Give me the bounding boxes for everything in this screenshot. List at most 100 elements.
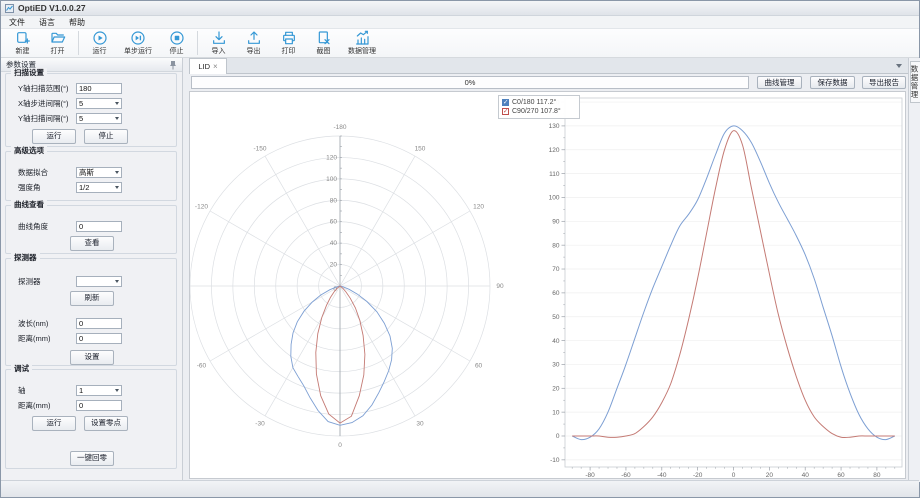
svg-text:0: 0 [338, 442, 342, 449]
scan-run-button[interactable]: 运行 [32, 129, 76, 144]
group-title: 探测器 [11, 253, 40, 263]
scan-stop-button[interactable]: 停止 [84, 129, 128, 144]
group-title: 扫描设置 [11, 68, 47, 78]
toolbar-label: 新建 [16, 46, 30, 56]
group-detector: 探测器 探测器 刷新 波长(nm) 距离(mm) 设置 [5, 258, 177, 366]
field-label: 数据拟合 [18, 167, 76, 178]
curve-angle-input[interactable] [76, 221, 122, 232]
wavelength-input[interactable] [76, 318, 122, 329]
tab-list-arrow-icon[interactable] [896, 64, 902, 68]
snapshot-button[interactable]: 截图 [306, 29, 341, 57]
set-zero-button[interactable]: 设置零点 [84, 416, 128, 431]
svg-text:100: 100 [549, 195, 560, 202]
svg-text:20: 20 [330, 262, 338, 269]
window-title: OptiED V1.0.0.27 [18, 3, 86, 13]
field-label: Y轴扫描间隔(°) [18, 113, 76, 124]
menu-file[interactable]: 文件 [9, 17, 25, 28]
toolbar-label: 截图 [317, 46, 331, 56]
pin-icon[interactable] [169, 60, 177, 70]
open-icon [50, 30, 66, 46]
legend-checkbox-c90[interactable]: ✓ [502, 108, 509, 115]
svg-text:80: 80 [330, 197, 338, 204]
svg-text:30: 30 [552, 362, 560, 369]
legend-label: C0/180 117.2° [512, 99, 556, 106]
polar-chart: 020406080100120-180-150-120-90-60-300306… [190, 124, 504, 449]
menu-help[interactable]: 帮助 [69, 17, 85, 28]
svg-text:120: 120 [473, 204, 484, 211]
set-button[interactable]: 设置 [70, 350, 114, 365]
svg-text:-10: -10 [550, 457, 560, 464]
step-run-icon [130, 30, 146, 46]
stop-button[interactable]: 停止 [159, 29, 194, 57]
axis-select[interactable]: 1 [76, 385, 122, 396]
view-button[interactable]: 查看 [70, 236, 114, 251]
group-advanced-options: 高级选项 数据拟合 高斯 强度角 1/2 [5, 151, 177, 201]
svg-text:80: 80 [552, 242, 560, 249]
data-fit-select[interactable]: 高斯 [76, 167, 122, 178]
cartesian-series [572, 131, 895, 438]
print-icon [281, 30, 297, 46]
toolbar-label: 数据管理 [348, 46, 376, 56]
toolbar-separator [78, 31, 79, 55]
x-step-interval-select[interactable]: 5 [76, 98, 122, 109]
run-button[interactable]: 运行 [82, 29, 117, 57]
group-title: 高级选项 [11, 146, 47, 156]
data-manage-button[interactable]: 数据管理 [341, 29, 383, 57]
svg-text:-180: -180 [333, 124, 346, 131]
field-label: 强度角 [18, 182, 76, 193]
legend-checkbox-c0[interactable]: ✓ [502, 99, 509, 106]
svg-text:60: 60 [475, 363, 483, 370]
svg-text:-120: -120 [195, 204, 208, 211]
toolbar-label: 打印 [282, 46, 296, 56]
chevron-down-icon [115, 117, 119, 120]
detector-select[interactable] [76, 276, 122, 287]
toolbar-label: 单步运行 [124, 46, 152, 56]
svg-text:20: 20 [766, 472, 774, 478]
svg-text:60: 60 [837, 472, 845, 478]
tab-lid[interactable]: LID × [189, 58, 227, 74]
refresh-button[interactable]: 刷新 [70, 291, 114, 306]
svg-text:120: 120 [326, 154, 337, 161]
toolbar-label: 导入 [212, 46, 226, 56]
field-label: X轴步进间隔(°) [18, 98, 76, 109]
svg-text:-40: -40 [657, 472, 667, 478]
svg-text:-150: -150 [253, 145, 266, 152]
return-zero-button[interactable]: 一键回零 [70, 451, 114, 466]
snapshot-icon [316, 30, 332, 46]
y-scan-range-input[interactable] [76, 83, 122, 94]
svg-text:40: 40 [330, 240, 338, 247]
intensity-angle-select[interactable]: 1/2 [76, 182, 122, 193]
save-data-button[interactable]: 保存数据 [810, 76, 855, 89]
open-button[interactable]: 打开 [40, 29, 75, 57]
debug-distance-input[interactable] [76, 400, 122, 411]
parameter-panel: 参数设置 扫描设置 Y轴扫描范围(°) X轴步进间隔(°) 5 Y轴扫描间隔(°… [1, 58, 183, 482]
svg-text:40: 40 [802, 472, 810, 478]
legend-item: ✓ C90/270 107.8° [502, 107, 576, 116]
toolbar-separator [197, 31, 198, 55]
svg-text:90: 90 [496, 283, 504, 290]
export-button[interactable]: 导出 [236, 29, 271, 57]
chart-legend: ✓ C0/180 117.2° ✓ C90/270 107.8° [498, 95, 580, 119]
print-button[interactable]: 打印 [271, 29, 306, 57]
import-button[interactable]: 导入 [201, 29, 236, 57]
menu-language[interactable]: 语言 [39, 17, 55, 28]
curve-manage-button[interactable]: 曲线管理 [757, 76, 802, 89]
field-label: 探测器 [18, 276, 76, 287]
field-label: 轴 [18, 385, 76, 396]
distance-input[interactable] [76, 333, 122, 344]
chevron-down-icon [115, 102, 119, 105]
step-run-button[interactable]: 单步运行 [117, 29, 159, 57]
svg-text:-30: -30 [255, 421, 265, 428]
new-button[interactable]: 新建 [5, 29, 40, 57]
tab-close-icon[interactable]: × [213, 63, 218, 71]
legend-label: C90/270 107.8° [512, 108, 561, 115]
export-report-button[interactable]: 导出报告 [862, 76, 906, 89]
field-label: 距离(mm) [18, 400, 76, 411]
debug-run-button[interactable]: 运行 [32, 416, 76, 431]
right-dock-strip: 数据管理 [908, 58, 920, 482]
svg-text:-80: -80 [585, 472, 595, 478]
svg-text:130: 130 [549, 123, 560, 130]
chevron-down-icon [115, 280, 119, 283]
y-scan-interval-select[interactable]: 5 [76, 113, 122, 124]
data-manage-side-tab[interactable]: 数据管理 [910, 61, 920, 103]
